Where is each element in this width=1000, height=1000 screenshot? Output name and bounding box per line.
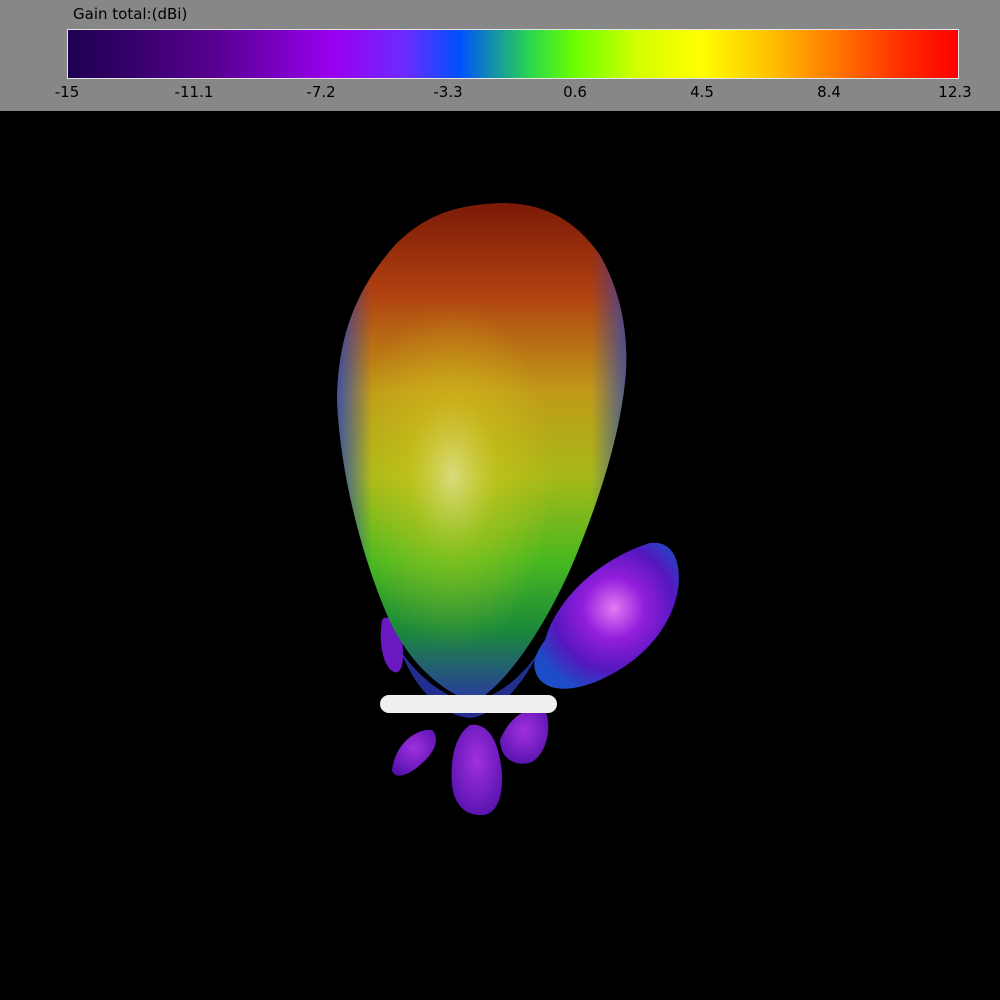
colorbar-tick: 4.5 [690, 83, 714, 101]
colorbar-tick: 0.6 [563, 83, 587, 101]
colorbar-gradient [67, 29, 959, 79]
colorbar-tick: -7.2 [306, 83, 336, 101]
colorbar-tick: -3.3 [433, 83, 463, 101]
colorbar-tick: -15 [54, 83, 80, 101]
colorbar-legend-panel: Gain total:(dBi) -15 -11.1 -7.2 -3.3 0.6… [0, 0, 1000, 111]
colorbar-tick: 12.3 [938, 83, 972, 101]
colorbar-tick: -11.1 [174, 83, 214, 101]
colorbar-tick: 8.4 [817, 83, 841, 101]
radiation-pattern-plot[interactable] [0, 111, 1000, 1000]
antenna-element [380, 695, 557, 713]
3d-viewport[interactable] [0, 111, 1000, 1000]
legend-title: Gain total:(dBi) [73, 5, 188, 23]
